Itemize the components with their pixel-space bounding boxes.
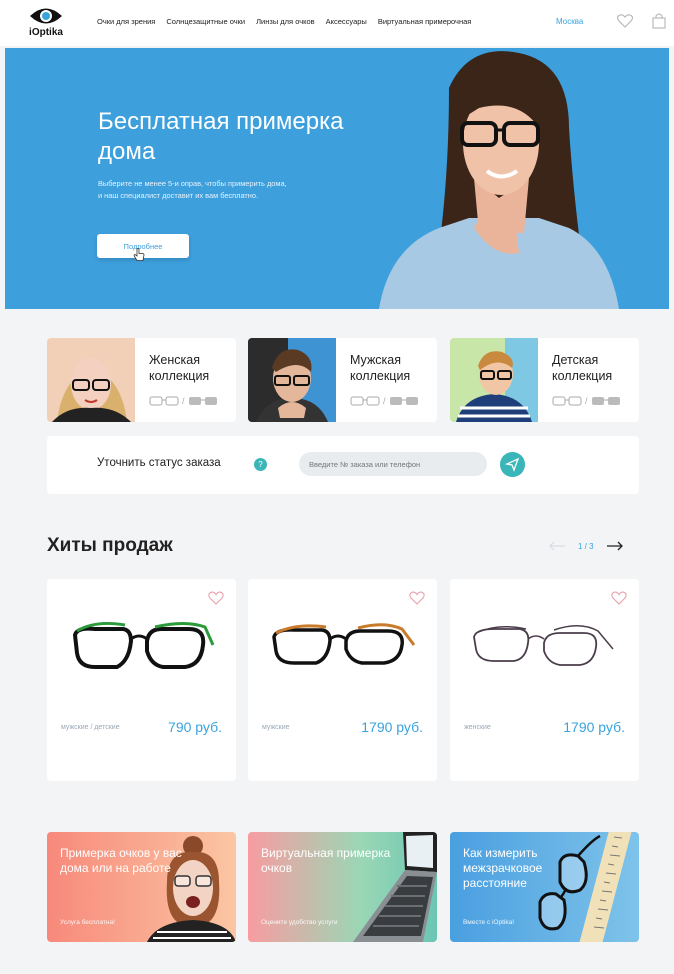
promo-note: Вместе с iOptika! bbox=[463, 919, 515, 926]
eyeglasses-icon bbox=[149, 396, 179, 406]
order-search-input[interactable] bbox=[299, 452, 487, 476]
promo-note: Услуга бесплатна! bbox=[60, 919, 115, 926]
heart-icon[interactable] bbox=[616, 12, 634, 30]
product-glasses-image bbox=[272, 623, 416, 665]
product-price: 1790 руб. bbox=[563, 719, 625, 735]
promo-virtual-fitting[interactable]: Виртуальная примерка очков Оцените удобс… bbox=[248, 832, 437, 942]
hero-subtitle-line1: Выберите не менее 5-и оправ, чтобы приме… bbox=[98, 179, 287, 188]
bestsellers-title: Хиты продаж bbox=[47, 535, 173, 556]
promo-title: Виртуальная примерка очков bbox=[261, 846, 391, 875]
men-collection-image bbox=[248, 338, 336, 422]
nav-accessories[interactable]: Аксессуары bbox=[326, 17, 367, 26]
product-category: мужские bbox=[262, 724, 290, 731]
help-icon[interactable]: ? bbox=[254, 458, 267, 471]
promo-note: Оцените удобство услуги bbox=[261, 919, 338, 926]
collection-men[interactable]: Мужская коллекция / bbox=[248, 338, 437, 422]
product-category: женские bbox=[464, 724, 491, 731]
product-price: 1790 руб. bbox=[361, 719, 423, 735]
product-price: 790 руб. bbox=[168, 719, 222, 735]
sunglasses-icon bbox=[591, 397, 620, 405]
logo-text: iOptika bbox=[29, 27, 63, 38]
eyeglasses-icon bbox=[350, 396, 380, 406]
site-header: iOptika Очки для зрения Солнцезащитные о… bbox=[0, 0, 674, 46]
slash: / bbox=[182, 396, 185, 406]
main-nav: Очки для зрения Солнцезащитные очки Линз… bbox=[97, 17, 471, 26]
order-status-panel: Уточнить статус заказа ? bbox=[47, 436, 639, 494]
product-card[interactable]: мужские / детские 790 руб. bbox=[47, 579, 236, 781]
slash: / bbox=[585, 396, 588, 406]
hero-banner: Бесплатная примерка дома Выберите не мен… bbox=[5, 48, 669, 309]
collection-title: Мужская коллекция bbox=[350, 353, 411, 383]
hero-subtitle: Выберите не менее 5-и оправ, чтобы приме… bbox=[98, 178, 348, 202]
nav-virtual-fitting[interactable]: Виртуальная примерочная bbox=[378, 17, 472, 26]
logo[interactable]: iOptika bbox=[24, 5, 68, 41]
collection-glasses-icons: / bbox=[149, 396, 218, 406]
hand-cursor-icon bbox=[133, 248, 145, 261]
heart-icon[interactable] bbox=[611, 591, 627, 605]
promo-home-fitting[interactable]: Примерка очков у вас дома или на работе … bbox=[47, 832, 236, 942]
product-glasses-image bbox=[72, 622, 215, 669]
collection-glasses-icons: / bbox=[350, 396, 419, 406]
collection-title: Женская коллекция bbox=[149, 353, 210, 383]
arrow-right-icon[interactable] bbox=[606, 541, 624, 551]
product-category: мужские / детские bbox=[61, 724, 120, 731]
send-icon[interactable] bbox=[500, 452, 525, 477]
heart-icon[interactable] bbox=[409, 591, 425, 605]
nav-lenses[interactable]: Линзы для очков bbox=[256, 17, 315, 26]
product-card[interactable]: мужские 1790 руб. bbox=[248, 579, 437, 781]
sunglasses-icon bbox=[389, 397, 418, 405]
collection-glasses-icons: / bbox=[552, 396, 621, 406]
hero-model-image bbox=[379, 51, 619, 309]
heart-icon[interactable] bbox=[208, 591, 224, 605]
logo-eye-icon bbox=[30, 8, 62, 24]
eyeglasses-icon bbox=[552, 396, 582, 406]
collection-title: Детская коллекция bbox=[552, 353, 613, 383]
promo-title: Примерка очков у вас дома или на работе bbox=[60, 846, 182, 875]
hero-title: Бесплатная примерка дома bbox=[98, 108, 344, 165]
order-status-label: Уточнить статус заказа bbox=[97, 457, 221, 469]
hero-subtitle-line2: и наш специалист доставит их вам бесплат… bbox=[98, 191, 259, 200]
city-selector[interactable]: Москва bbox=[556, 17, 583, 26]
women-collection-image bbox=[47, 338, 135, 422]
bestsellers-pager: 1 / 3 bbox=[548, 541, 624, 551]
product-glasses-image bbox=[473, 625, 614, 666]
promo-measure-distance[interactable]: Как измерить межзрачковое расстояние Вме… bbox=[450, 832, 639, 942]
kids-collection-image bbox=[450, 338, 538, 422]
product-card[interactable]: женские 1790 руб. bbox=[450, 579, 639, 781]
collection-kids[interactable]: Детская коллекция / bbox=[450, 338, 639, 422]
promo-title: Как измерить межзрачковое расстояние bbox=[463, 846, 543, 890]
nav-eyeglasses[interactable]: Очки для зрения bbox=[97, 17, 155, 26]
arrow-left-icon[interactable] bbox=[548, 541, 566, 551]
nav-sunglasses[interactable]: Солнцезащитные очки bbox=[166, 17, 245, 26]
collection-women[interactable]: Женская коллекция / bbox=[47, 338, 236, 422]
cart-icon[interactable] bbox=[650, 12, 668, 30]
slash: / bbox=[383, 396, 386, 406]
sunglasses-icon bbox=[188, 397, 217, 405]
page-indicator: 1 / 3 bbox=[578, 541, 594, 551]
